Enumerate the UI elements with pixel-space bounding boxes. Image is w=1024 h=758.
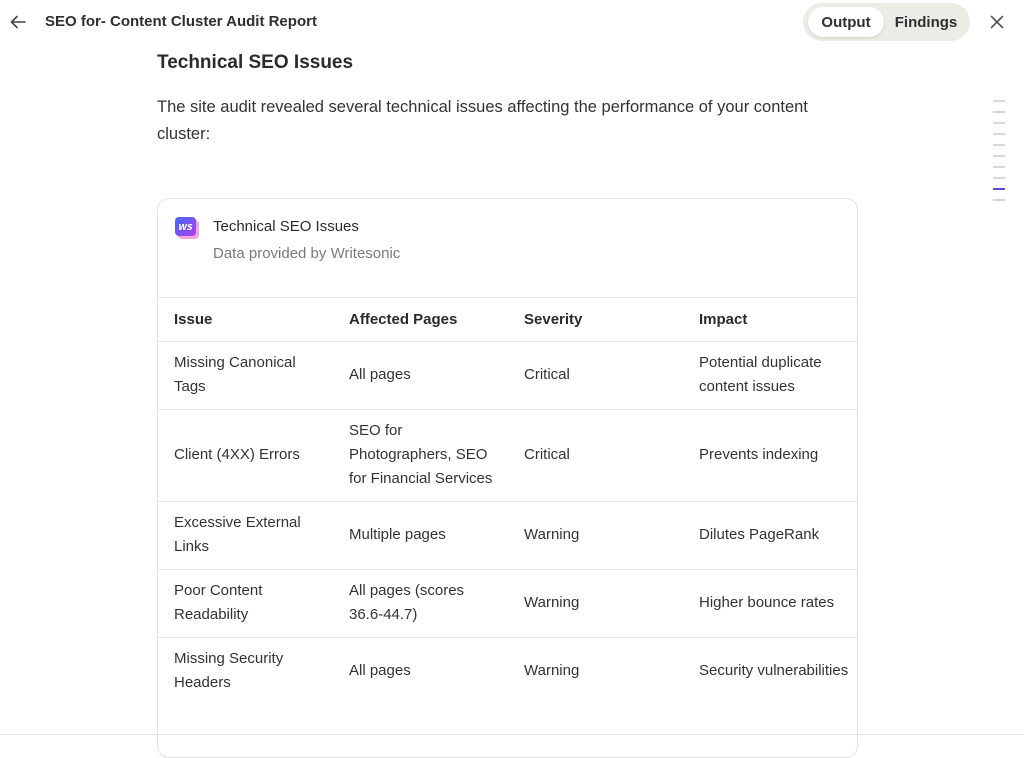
column-header-affected-pages: Affected Pages xyxy=(333,297,508,342)
cell-affected-pages: All pages xyxy=(333,341,508,410)
cell-severity: Warning xyxy=(508,637,683,705)
svg-text:WS: WS xyxy=(178,223,193,232)
column-header-impact: Impact xyxy=(683,297,857,342)
toc-tick[interactable] xyxy=(993,155,1005,157)
toc-tick[interactable] xyxy=(993,166,1005,168)
issues-table: Issue Affected Pages Severity Impact Mis… xyxy=(158,297,857,705)
column-header-issue: Issue xyxy=(158,297,333,342)
cell-affected-pages: Multiple pages xyxy=(333,501,508,570)
table-row: Missing Canonical Tags All pages Critica… xyxy=(158,341,857,410)
cell-affected-pages: All pages xyxy=(333,637,508,705)
cell-affected-pages: SEO for Photographers, SEO for Financial… xyxy=(333,409,508,502)
table-row: Client (4XX) Errors SEO for Photographer… xyxy=(158,409,857,502)
tab-output[interactable]: Output xyxy=(808,7,884,37)
cell-impact: Prevents indexing xyxy=(683,409,857,502)
section-intro: The site audit revealed several technica… xyxy=(157,98,808,143)
toc-tick[interactable] xyxy=(993,122,1005,124)
table-header-row: Issue Affected Pages Severity Impact xyxy=(158,297,857,342)
toc-tick[interactable] xyxy=(993,144,1005,146)
column-header-severity: Severity xyxy=(508,297,683,342)
toc-tick[interactable] xyxy=(993,111,1005,113)
report-title: SEO for- Content Cluster Audit Report xyxy=(45,13,317,30)
top-bar: SEO for- Content Cluster Audit Report Ou… xyxy=(0,0,1024,44)
bottom-divider xyxy=(0,734,1024,735)
writesonic-logo-icon: WS xyxy=(175,217,199,239)
cell-impact: Security vulnerabilities xyxy=(683,637,857,705)
cell-severity: Critical xyxy=(508,409,683,502)
toc-tick[interactable] xyxy=(993,177,1005,179)
cell-affected-pages: All pages (scores 36.6-44.7) xyxy=(333,569,508,638)
close-icon xyxy=(990,15,1004,29)
cell-severity: Warning xyxy=(508,569,683,638)
card-title: Technical SEO Issues xyxy=(213,218,359,235)
toc-tick[interactable] xyxy=(993,199,1005,201)
table-row: Poor Content Readability All pages (scor… xyxy=(158,569,857,638)
cell-issue: Poor Content Readability xyxy=(158,569,333,638)
close-button[interactable] xyxy=(985,10,1009,34)
toc-tick[interactable] xyxy=(993,188,1005,190)
back-button[interactable] xyxy=(6,10,30,34)
toc-scroll-indicator xyxy=(993,100,1005,210)
section-heading: Technical SEO Issues xyxy=(157,52,354,73)
issues-card: WS Technical SEO Issues Data provided by… xyxy=(157,198,858,758)
cell-issue: Client (4XX) Errors xyxy=(158,409,333,502)
cell-severity: Warning xyxy=(508,501,683,570)
cell-impact: Potential duplicate content issues xyxy=(683,341,857,410)
view-toggle: Output Findings xyxy=(803,3,970,41)
card-subtitle: Data provided by Writesonic xyxy=(213,245,401,262)
arrow-left-icon xyxy=(10,15,26,29)
cell-issue: Excessive External Links xyxy=(158,501,333,570)
cell-issue: Missing Security Headers xyxy=(158,637,333,705)
cell-impact: Dilutes PageRank xyxy=(683,501,857,570)
cell-impact: Higher bounce rates xyxy=(683,569,857,638)
toc-tick[interactable] xyxy=(993,133,1005,135)
cell-severity: Critical xyxy=(508,341,683,410)
table-row: Excessive External Links Multiple pages … xyxy=(158,501,857,570)
tab-findings[interactable]: Findings xyxy=(886,7,966,37)
toc-tick[interactable] xyxy=(993,100,1005,102)
table-row: Missing Security Headers All pages Warni… xyxy=(158,637,857,705)
cell-issue: Missing Canonical Tags xyxy=(158,341,333,410)
